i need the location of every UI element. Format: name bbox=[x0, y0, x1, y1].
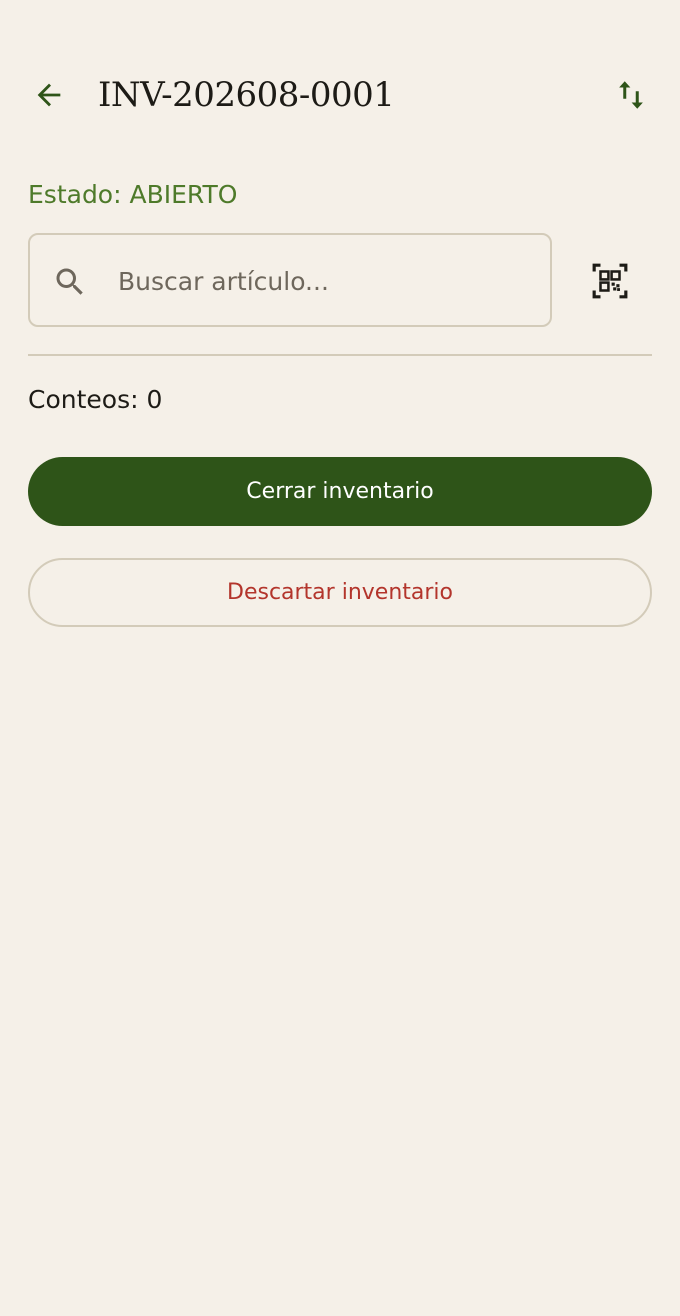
qr-code-scanner-icon bbox=[592, 263, 628, 299]
scan-button[interactable] bbox=[584, 255, 636, 307]
search-field[interactable] bbox=[28, 233, 552, 327]
discard-inventory-button[interactable]: Descartar inventario bbox=[28, 558, 652, 627]
back-button[interactable] bbox=[24, 70, 74, 120]
status-label: Estado: ABIERTO bbox=[28, 180, 238, 209]
arrow-left-icon bbox=[37, 83, 61, 107]
divider bbox=[28, 354, 652, 356]
counts-label: Conteos: 0 bbox=[28, 385, 163, 414]
app-bar: INV-202608-0001 bbox=[0, 60, 680, 130]
sort-button[interactable] bbox=[606, 70, 656, 120]
page-title: INV-202608-0001 bbox=[98, 75, 395, 115]
search-input[interactable] bbox=[118, 255, 528, 307]
close-inventory-button[interactable]: Cerrar inventario bbox=[28, 457, 652, 526]
swap-vertical-icon bbox=[619, 81, 643, 109]
search-icon bbox=[56, 268, 83, 295]
